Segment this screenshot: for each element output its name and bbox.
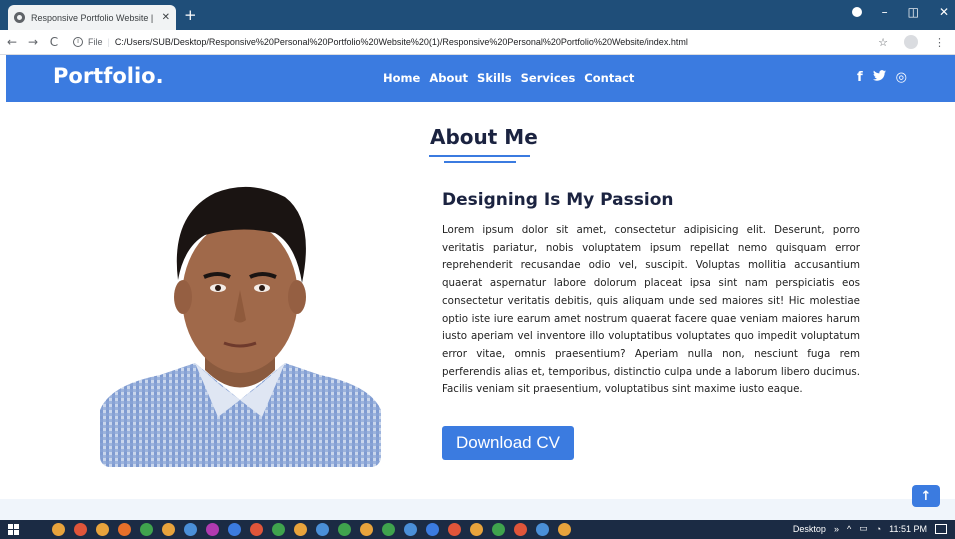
- tab-title: Responsive Portfolio Website | C: [31, 12, 156, 23]
- reload-button[interactable]: C: [45, 35, 63, 49]
- download-cv-button[interactable]: Download CV: [442, 426, 574, 460]
- wifi-icon[interactable]: ◔: [876, 524, 881, 534]
- browser-tab-bar: Responsive Portfolio Website | C ✕ + – ◫…: [0, 0, 955, 30]
- taskbar-app-icon[interactable]: [52, 523, 65, 536]
- about-subtitle: Designing Is My Passion: [442, 190, 674, 210]
- info-icon[interactable]: i: [73, 37, 83, 47]
- title-underline-short: [444, 161, 516, 163]
- account-avatar[interactable]: [904, 35, 918, 49]
- nav-link-home[interactable]: Home: [383, 71, 420, 85]
- title-underline: [429, 155, 530, 157]
- close-window-button[interactable]: ✕: [939, 5, 949, 19]
- nav-link-skills[interactable]: Skills: [477, 71, 512, 85]
- tab-close-button[interactable]: ✕: [162, 12, 170, 23]
- url-field[interactable]: i File | C:/Users/SUB/Desktop/Responsive…: [73, 37, 688, 47]
- globe-icon: [14, 12, 25, 23]
- taskbar-app-icon[interactable]: [470, 523, 483, 536]
- social-links: f ◎: [857, 70, 907, 85]
- taskbar-app-icon[interactable]: [360, 523, 373, 536]
- tray-expand-icon[interactable]: ^: [847, 524, 851, 534]
- battery-icon[interactable]: ▭: [859, 523, 868, 534]
- taskbar-app-icon[interactable]: [338, 523, 351, 536]
- taskbar-app-icon[interactable]: [514, 523, 527, 536]
- taskbar-app-icon[interactable]: [536, 523, 549, 536]
- url-separator: |: [107, 37, 110, 47]
- profile-icon[interactable]: [851, 7, 862, 17]
- nav-link-contact[interactable]: Contact: [584, 71, 634, 85]
- taskbar-app-icon[interactable]: [426, 523, 439, 536]
- notification-icon[interactable]: [935, 523, 947, 534]
- scroll-to-top-button[interactable]: ↑: [912, 485, 940, 507]
- os-taskbar: Desktop » ^ ▭ ◔ 11:51 PM: [0, 520, 955, 539]
- address-bar-actions: ☆ ⋮: [878, 35, 945, 49]
- section-footer-strip: [0, 499, 955, 520]
- desktop-toolbar-label[interactable]: Desktop: [793, 524, 826, 534]
- about-paragraph: Lorem ipsum dolor sit amet, consectetur …: [442, 224, 860, 396]
- taskbar-app-icon[interactable]: [316, 523, 329, 536]
- clock[interactable]: 11:51 PM: [889, 524, 927, 534]
- site-navbar: Portfolio. Home About Skills Services Co…: [6, 55, 955, 102]
- bookmark-star-icon[interactable]: ☆: [878, 36, 888, 49]
- forward-button[interactable]: →: [24, 35, 42, 49]
- minimize-button[interactable]: –: [882, 5, 888, 19]
- section-title: About Me: [430, 125, 538, 149]
- new-tab-button[interactable]: +: [184, 6, 197, 24]
- url-scheme-label: File: [88, 37, 103, 47]
- taskbar-app-icon[interactable]: [558, 523, 571, 536]
- taskbar-app-icon[interactable]: [228, 523, 241, 536]
- url-text[interactable]: C:/Users/SUB/Desktop/Responsive%20Person…: [115, 37, 688, 47]
- nav-link-about[interactable]: About: [429, 71, 468, 85]
- site-logo[interactable]: Portfolio.: [53, 64, 164, 88]
- taskbar-app-icons: [52, 523, 571, 536]
- maximize-button[interactable]: ◫: [908, 5, 919, 19]
- taskbar-app-icon[interactable]: [140, 523, 153, 536]
- toolbar-overflow-chevron[interactable]: »: [834, 524, 839, 534]
- profile-photo: [100, 185, 381, 467]
- twitter-icon[interactable]: [872, 70, 886, 85]
- address-bar: ← → C i File | C:/Users/SUB/Desktop/Resp…: [0, 30, 955, 55]
- taskbar-app-icon[interactable]: [404, 523, 417, 536]
- back-button[interactable]: ←: [3, 35, 21, 49]
- facebook-icon[interactable]: f: [857, 70, 863, 85]
- taskbar-app-icon[interactable]: [206, 523, 219, 536]
- instagram-icon[interactable]: ◎: [896, 70, 907, 85]
- taskbar-app-icon[interactable]: [74, 523, 87, 536]
- taskbar-app-icon[interactable]: [382, 523, 395, 536]
- system-tray: Desktop » ^ ▭ ◔ 11:51 PM: [793, 523, 947, 534]
- taskbar-app-icon[interactable]: [162, 523, 175, 536]
- nav-link-services[interactable]: Services: [521, 71, 576, 85]
- taskbar-app-icon[interactable]: [184, 523, 197, 536]
- taskbar-app-icon[interactable]: [118, 523, 131, 536]
- taskbar-app-icon[interactable]: [250, 523, 263, 536]
- taskbar-app-icon[interactable]: [272, 523, 285, 536]
- window-controls: – ◫ ✕: [851, 5, 949, 19]
- site-menu: Home About Skills Services Contact: [383, 71, 634, 85]
- windows-start-icon[interactable]: [8, 524, 20, 535]
- taskbar-app-icon[interactable]: [448, 523, 461, 536]
- browser-menu-icon[interactable]: ⋮: [934, 36, 945, 49]
- taskbar-app-icon[interactable]: [96, 523, 109, 536]
- taskbar-app-icon[interactable]: [492, 523, 505, 536]
- taskbar-app-icon[interactable]: [294, 523, 307, 536]
- browser-tab[interactable]: Responsive Portfolio Website | C ✕: [8, 5, 176, 30]
